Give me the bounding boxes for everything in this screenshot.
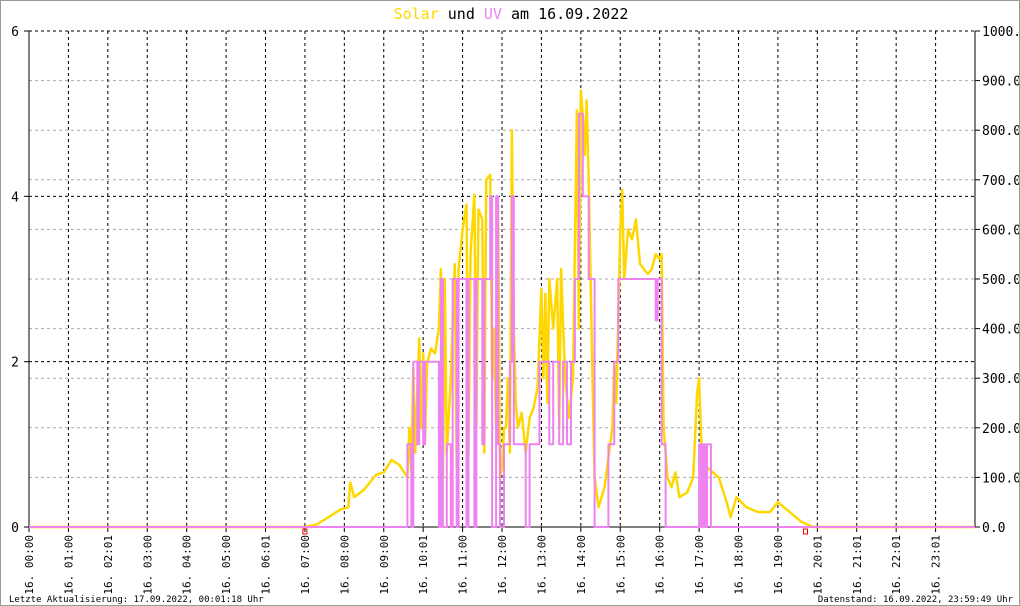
right-axis-tick-label: 200.0 [982,422,1020,437]
right-axis-tick-label: 300.0 [982,372,1020,387]
chart-container: Solar und UV am 16.09.2022 0.0 100.0 200.0… [0,0,1020,606]
x-axis-tick-label: 16. 13:00 [535,535,548,595]
sun-marker [803,528,809,535]
right-axis-tick-label: 1000.0 [982,25,1020,40]
x-axis-tick-label: 16. 05:00 [220,535,233,595]
last-update-text: Letzte Aktualisierung: 17.09.2022, 00:01… [9,595,264,605]
right-axis-tick-label: 400.0 [982,323,1020,338]
x-axis-tick-label: 16. 08:00 [338,535,351,595]
x-axis-tick-label: 16. 04:00 [181,535,194,595]
left-axis-tick-label: 6 [11,25,19,40]
x-axis-tick-label: 16. 23:01 [930,535,943,595]
right-axis-tick-label: 800.0 [982,124,1020,139]
left-axis-tick-label: 0 [11,521,19,536]
x-axis-tick-label: 16. 02:01 [102,535,115,595]
right-axis-tick-label: 600.0 [982,223,1020,238]
x-axis-tick-label: 16. 17:00 [693,535,706,595]
chart-title: Solar und UV am 16.09.2022 [394,5,629,23]
right-axis-tick-label: 700.0 [982,174,1020,189]
x-axis-tick-label: 16. 01:00 [62,535,75,595]
x-axis-tick-label: 16. 18:00 [733,535,746,595]
x-axis-tick-label: 16. 06:01 [260,535,273,595]
left-axis-tick-label: 2 [11,356,19,371]
solar-uv-chart: Solar und UV am 16.09.2022 0.0 100.0 200.0… [9,5,1020,605]
x-axis-tick-label: 16. 22:01 [890,535,903,595]
right-axis-tick-label: 0.0 [982,521,1005,536]
x-axis-tick-label: 16. 15:00 [614,535,627,595]
x-axis-tick-label: 16. 20:01 [811,535,824,595]
x-axis-tick-label: 16. 07:00 [299,535,312,595]
x-axis-tick-label: 16. 12:00 [496,535,509,595]
left-axis-tick-label: 4 [11,190,19,205]
x-axis-tick-label: 16. 16:00 [654,535,667,595]
x-axis-tick-label: 16. 00:00 [23,535,36,595]
data-timestamp-text: Datenstand: 16.09.2022, 23:59:49 Uhr [818,595,1014,605]
x-axis-tick-label: 16. 11:00 [457,535,470,595]
right-axis-tick-label: 100.0 [982,471,1020,486]
x-axis-tick-label: 16. 19:00 [772,535,785,595]
x-axis-tick-label: 16. 10:01 [417,535,430,595]
x-axis-tick-label: 16. 21:01 [851,535,864,595]
x-axis-tick-label: 16. 03:00 [141,535,154,595]
right-axis-tick-label: 900.0 [982,75,1020,90]
right-axis-tick-label: 500.0 [982,273,1020,288]
x-axis-tick-label: 16. 09:00 [378,535,391,595]
x-axis-tick-label: 16. 14:00 [575,535,588,595]
